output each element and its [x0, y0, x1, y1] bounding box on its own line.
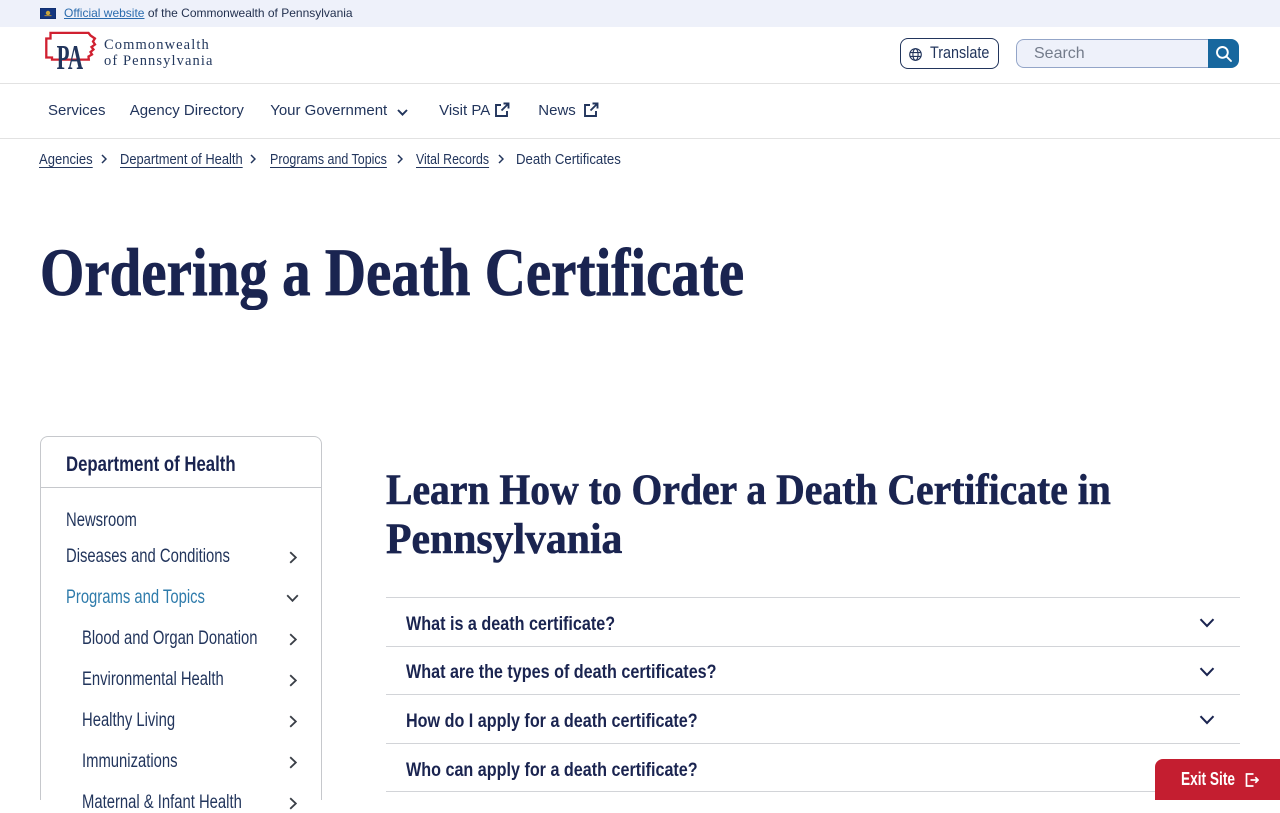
svg-text:PA: PA: [57, 38, 84, 72]
